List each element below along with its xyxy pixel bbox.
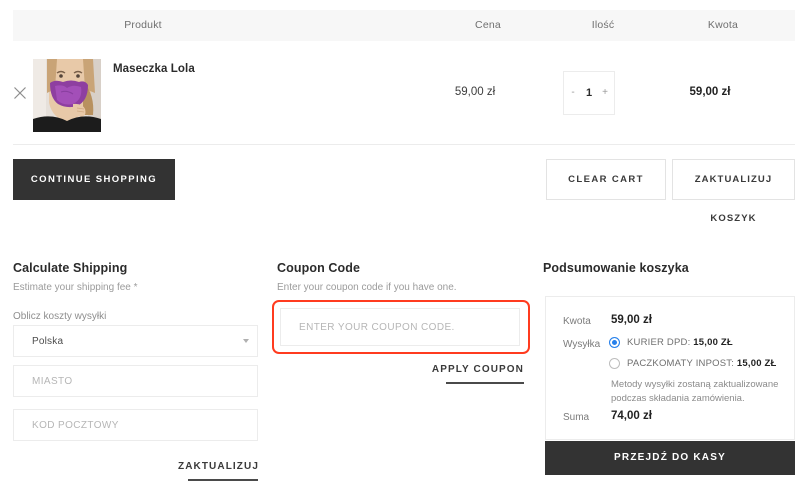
apply-coupon-button[interactable]: APPLY COUPON	[428, 364, 524, 380]
shipping-option-inpost[interactable]: PACZKOMATY INPOST: 15,00 ZŁ	[609, 358, 777, 369]
summary-subtotal-label: Kwota	[563, 316, 591, 327]
summary-subtotal-value: 59,00 zł	[611, 314, 652, 326]
close-x-icon[interactable]	[12, 85, 28, 101]
product-thumbnail[interactable]	[33, 59, 101, 132]
summary-total-label: Suma	[563, 412, 590, 423]
shipping-option-inpost-label: PACZKOMATY INPOST: 15,00 ZŁ	[627, 358, 777, 369]
summary-total-value: 74,00 zł	[611, 410, 652, 422]
cart-summary-title: Podsumowanie koszyka	[543, 261, 689, 275]
clear-cart-button[interactable]: CLEAR CART	[546, 159, 666, 200]
country-select[interactable]: Polska	[13, 325, 258, 357]
radio-unselected-icon[interactable]	[609, 358, 620, 369]
summary-shipping-label: Wysyłka	[563, 339, 601, 350]
cart-page: Produkt Cena Ilość Kwota Maseczka Lola 5…	[0, 0, 808, 500]
city-input[interactable]	[13, 365, 258, 397]
country-select-value: Polska	[32, 335, 64, 347]
radio-selected-icon[interactable]	[609, 337, 620, 348]
calculate-shipping-title: Calculate Shipping	[13, 261, 128, 275]
row-divider	[13, 144, 795, 145]
shipping-option-dpd-label: KURIER DPD: 15,00 ZŁ	[627, 337, 733, 348]
column-header-product: Produkt	[124, 19, 162, 31]
product-name[interactable]: Maseczka Lola	[113, 62, 333, 76]
update-shipping-button[interactable]: ZAKTUALIZUJ	[178, 461, 258, 477]
shipping-option-dpd[interactable]: KURIER DPD: 15,00 ZŁ	[609, 337, 733, 348]
product-subtotal: 59,00 zł	[689, 86, 731, 98]
shipping-note: Metody wysyłki zostaną zaktualizowane po…	[611, 379, 779, 404]
proceed-to-checkout-button[interactable]: PRZEJDŹ DO KASY	[545, 441, 795, 475]
product-price: 59,00 zł	[454, 86, 496, 98]
coupon-code-input[interactable]	[280, 308, 520, 346]
column-header-quantity: Ilość	[591, 19, 615, 31]
quantity-stepper[interactable]: - 1 +	[563, 71, 615, 115]
column-header-price: Cena	[475, 19, 501, 31]
update-cart-button[interactable]: ZAKTUALIZUJ KOSZYK	[672, 159, 795, 224]
apply-coupon-underline	[446, 382, 524, 384]
postal-code-input[interactable]	[13, 409, 258, 441]
update-shipping-underline	[188, 479, 258, 481]
chevron-down-icon	[243, 339, 249, 343]
continue-shopping-button[interactable]: CONTINUE SHOPPING	[13, 159, 175, 200]
coupon-code-subtitle: Enter your coupon code if you have one.	[277, 282, 457, 293]
column-header-amount: Kwota	[707, 19, 739, 31]
coupon-code-title: Coupon Code	[277, 261, 361, 275]
cart-table-header: Produkt Cena Ilość Kwota	[13, 10, 795, 41]
calculate-shipping-subtitle: Estimate your shipping fee *	[13, 282, 138, 293]
quantity-increase-button[interactable]: +	[598, 72, 612, 114]
country-field-label: Oblicz koszty wysyłki	[13, 311, 107, 322]
